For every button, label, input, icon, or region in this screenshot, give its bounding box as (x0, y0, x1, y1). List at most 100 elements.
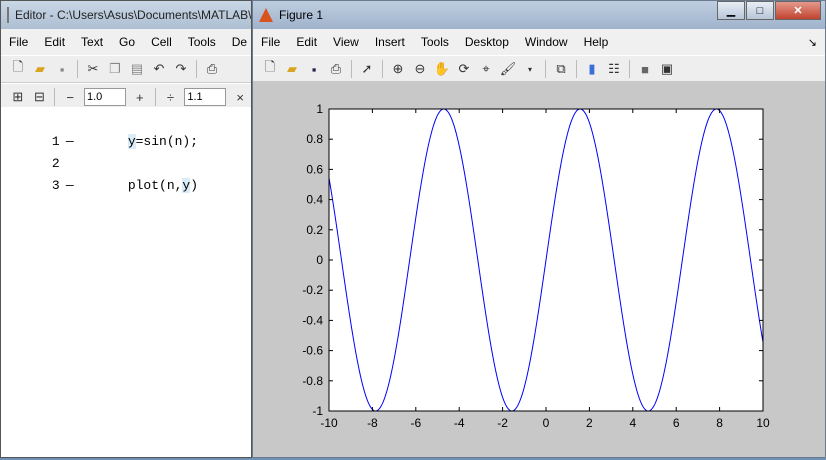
toolbar-separator (382, 60, 383, 78)
increment-button[interactable]: + (131, 88, 149, 106)
x-tick-label: 0 (543, 416, 550, 430)
redo-icon[interactable]: ↷ (172, 60, 190, 78)
x-tick-label: 10 (756, 416, 770, 430)
y-tick-label: 0 (316, 253, 323, 267)
rotate-3d-icon[interactable]: ⟳ (455, 60, 473, 78)
new-figure-icon[interactable]: 🗋 (261, 59, 279, 78)
y-tick-label: 0.8 (306, 132, 323, 146)
brush-icon[interactable]: 🖌 (499, 60, 517, 78)
editor-title: Editor - C:\Users\Asus\Documents\MATLAB\ (15, 8, 251, 22)
figure-menu-edit[interactable]: Edit (288, 35, 325, 49)
save-icon[interactable]: ▪ (53, 60, 71, 78)
toolbar-separator (545, 60, 546, 78)
toolbar-separator (154, 88, 156, 106)
cut-icon[interactable]: ✂ (84, 60, 102, 78)
close-button[interactable]: ✕ (775, 1, 821, 20)
breakpoint-marker[interactable]: — (66, 175, 86, 197)
line-number: 3 (51, 178, 60, 193)
legend-icon[interactable]: ☷ (605, 60, 623, 78)
figure-menu-file[interactable]: File (253, 35, 288, 49)
figure-menu-desktop[interactable]: Desktop (457, 35, 517, 49)
code-highlight: y (127, 134, 136, 149)
code-text: =sin(n); (135, 134, 199, 149)
toolbar-separator (77, 60, 78, 78)
figure-title: Figure 1 (279, 8, 324, 22)
editor-menu-debug[interactable]: De (224, 35, 251, 49)
y-tick-label: -0.6 (302, 344, 323, 358)
colorbar-icon[interactable]: ▮ (583, 60, 601, 78)
y-tick-label: -0.4 (302, 313, 323, 327)
x-tick-label: 4 (629, 416, 636, 430)
editor-app-icon (7, 7, 9, 23)
toolbar-separator (576, 60, 577, 78)
dock-arrow-icon[interactable]: ↘ (808, 36, 817, 49)
hide-plot-tools-icon[interactable]: ■ (636, 60, 654, 78)
multiply-button[interactable]: × (231, 88, 249, 106)
paste-icon[interactable]: ▤ (128, 60, 146, 78)
eval-cell-icon[interactable]: ⊟ (31, 88, 49, 106)
edit-plot-arrow-icon[interactable]: ➚ (358, 60, 376, 78)
data-cursor-icon[interactable]: ⌖ (477, 60, 495, 78)
editor-menu-go[interactable]: Go (111, 35, 143, 49)
figure-menu-view[interactable]: View (325, 35, 367, 49)
value1-input[interactable] (84, 88, 126, 106)
y-tick-label: -1 (312, 404, 323, 418)
window-controls: ▁ □ ✕ (716, 1, 821, 20)
toolbar-separator (54, 88, 56, 106)
open-file-icon[interactable]: ▰ (283, 60, 301, 78)
figure-menu-tools[interactable]: Tools (413, 35, 457, 49)
toolbar-separator (629, 60, 630, 78)
show-plot-tools-icon[interactable]: ▣ (658, 60, 676, 78)
zoom-in-icon[interactable]: ⊕ (389, 60, 407, 78)
x-tick-label: 8 (716, 416, 723, 430)
editor-menu-cell[interactable]: Cell (143, 35, 180, 49)
editor-menu-edit[interactable]: Edit (36, 35, 73, 49)
decrement-button[interactable]: − (61, 88, 79, 106)
print-icon[interactable]: ⎙ (203, 60, 221, 78)
editor-menubar: File Edit Text Go Cell Tools De (1, 29, 251, 55)
print-figure-icon[interactable]: ⎙ (327, 60, 345, 78)
figure-menubar: File Edit View Insert Tools Desktop Wind… (253, 29, 825, 55)
save-figure-icon[interactable]: ▪ (305, 60, 323, 78)
code-line-3[interactable]: 3— plot(n,y) (1, 153, 198, 193)
insert-cell-icon[interactable]: ⊞ (9, 88, 27, 106)
editor-toolbar: 🗋 ▰ ▪ ✂ ❐ ▤ ↶ ↷ ⎙ (1, 55, 251, 83)
copy-icon[interactable]: ❐ (106, 60, 124, 78)
zoom-out-icon[interactable]: ⊖ (411, 60, 429, 78)
y-tick-label: 0.4 (306, 193, 323, 207)
code-text: ) (190, 178, 199, 193)
editor-menu-tools[interactable]: Tools (180, 35, 224, 49)
link-plot-icon[interactable]: ⧉ (552, 60, 570, 78)
minimize-button[interactable]: ▁ (717, 1, 745, 20)
matlab-logo-icon (259, 8, 273, 22)
code-editor[interactable]: 1— y=sin(n); 2 3— plot(n,y) (1, 107, 251, 457)
editor-menu-text[interactable]: Text (73, 35, 111, 49)
figure-menu-help[interactable]: Help (576, 35, 617, 49)
y-tick-label: 0.2 (306, 223, 323, 237)
brush-dropdown-icon[interactable]: ▾ (521, 60, 539, 78)
code-text: plot(n, (127, 178, 183, 193)
toolbar-separator (196, 60, 197, 78)
new-file-icon[interactable]: 🗋 (9, 59, 27, 78)
code-line-2[interactable]: 2 (1, 131, 86, 171)
y-tick-label: 1 (316, 102, 323, 116)
undo-icon[interactable]: ↶ (150, 60, 168, 78)
x-tick-label: -4 (454, 416, 465, 430)
y-tick-label: 0.6 (306, 162, 323, 176)
open-folder-icon[interactable]: ▰ (31, 60, 49, 78)
editor-menu-file[interactable]: File (1, 35, 36, 49)
figure-titlebar[interactable]: Figure 1 ▁ □ ✕ (253, 1, 825, 29)
code-line-1[interactable]: 1— y=sin(n); (1, 109, 198, 149)
maximize-button[interactable]: □ (746, 1, 774, 20)
divide-button[interactable]: ÷ (162, 88, 180, 106)
figure-menu-insert[interactable]: Insert (367, 35, 413, 49)
value2-input[interactable] (184, 88, 227, 106)
figure-menu-window[interactable]: Window (517, 35, 576, 49)
y-tick-label: -0.8 (302, 374, 323, 388)
x-tick-label: 6 (673, 416, 680, 430)
pan-hand-icon[interactable]: ✋ (433, 60, 451, 78)
sine-plot[interactable]: -10 -8 -6 -4 -2 0 2 4 6 8 10 -1 -0.8 -0.6 -0.4 -0.2 0 0.2… (253, 81, 825, 457)
editor-titlebar[interactable]: Editor - C:\Users\Asus\Documents\MATLAB\ (1, 1, 251, 29)
x-tick-label: -8 (367, 416, 378, 430)
